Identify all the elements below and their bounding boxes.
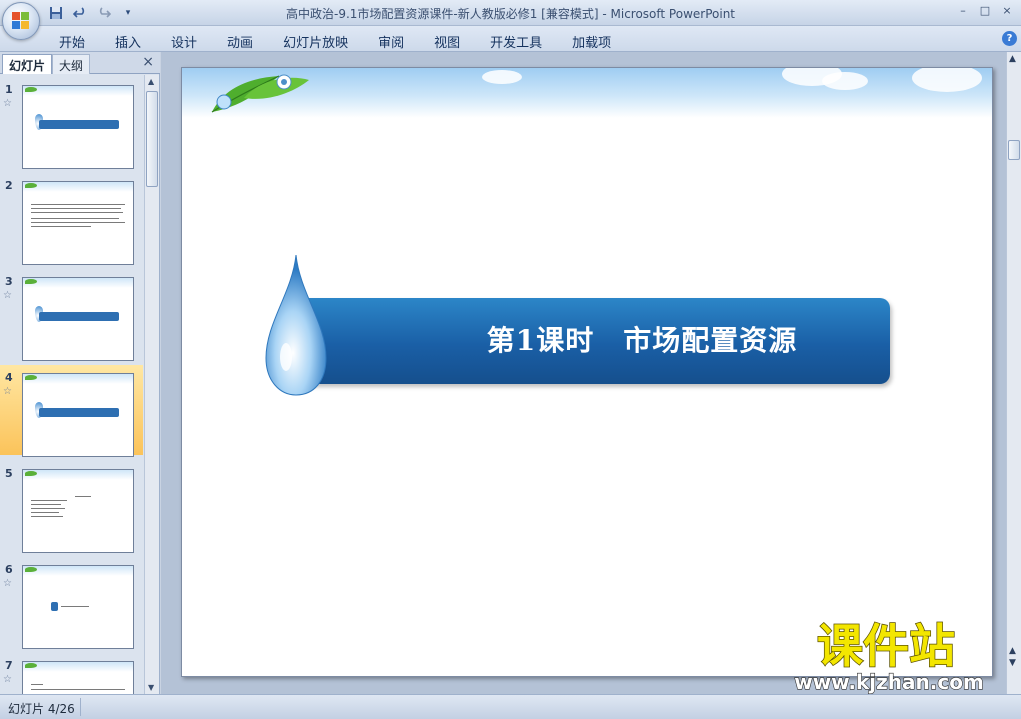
slide-editor: 第1课时 市场配置资源 (161, 52, 1006, 694)
slide-thumbnail[interactable] (22, 181, 134, 265)
slide-number: 2 (5, 179, 13, 192)
slide-thumbnail-row[interactable]: 3 ☆ (0, 269, 143, 361)
water-drop-icon (265, 254, 327, 396)
close-button[interactable]: × (997, 2, 1017, 18)
slide-number: 5 (5, 467, 13, 480)
scroll-down-icon[interactable]: ▼ (148, 683, 154, 692)
tab-slides[interactable]: 幻灯片 (2, 54, 53, 74)
tab-outline[interactable]: 大纲 (52, 54, 91, 74)
tab-developer[interactable]: 开发工具 (479, 30, 553, 53)
watermark-text-cn: 课件站 (816, 618, 956, 670)
office-logo-icon (12, 12, 30, 30)
scroll-up-icon[interactable]: ▲ (1009, 54, 1016, 64)
title-banner: 第1课时 市场配置资源 (292, 298, 890, 384)
ribbon: 开始 插入 设计 动画 幻灯片放映 审阅 视图 开发工具 加载项 ? (0, 26, 1021, 52)
slide-thumbnail[interactable] (22, 661, 134, 694)
tab-home[interactable]: 开始 (48, 30, 96, 53)
current-slide[interactable]: 第1课时 市场配置资源 (181, 67, 993, 677)
slide-number: 3 (5, 275, 13, 288)
svg-text:课件站: 课件站 (817, 619, 955, 670)
tab-addins[interactable]: 加载项 (561, 30, 622, 53)
scroll-up-icon[interactable]: ▲ (148, 77, 154, 86)
thumbnail-scrollbar[interactable]: ▲ ▼ (144, 75, 159, 694)
status-bar: 幻灯片 4/26 (0, 694, 1021, 719)
title-bar: ▾ 高中政治-9.1市场配置资源课件-新人教版必修1 [兼容模式] - Micr… (0, 0, 1021, 26)
slide-thumbnail[interactable] (22, 85, 134, 169)
watermark-url: www.kjzhan.com (794, 670, 985, 694)
help-icon[interactable]: ? (1002, 31, 1017, 46)
office-button[interactable] (2, 2, 40, 40)
watermark-logo: 课件站 www.kjzhan.com (770, 618, 1002, 696)
animation-star-icon: ☆ (3, 674, 12, 685)
animation-star-icon: ☆ (3, 290, 12, 301)
editor-scrollbar[interactable]: ▲ ▲ ▼ (1006, 52, 1021, 694)
window-title: 高中政治-9.1市场配置资源课件-新人教版必修1 [兼容模式] - Micros… (285, 7, 736, 21)
slide-thumbnail-list: 1 ☆ 2 3 ☆ 4 ☆ 5 6 ☆ 7 ☆ (0, 75, 143, 694)
slide-thumbnail-row[interactable]: 2 (0, 173, 143, 265)
slide-title[interactable]: 第1课时 市场配置资源 (422, 298, 862, 384)
minimize-button[interactable]: – (953, 2, 973, 18)
tab-insert[interactable]: 插入 (104, 30, 152, 53)
slides-panel: 幻灯片 大纲 × 1 ☆ 2 3 ☆ 4 ☆ 5 6 ☆ 7 ☆ ▲ ▼ (0, 52, 160, 694)
slide-number: 6 (5, 563, 13, 576)
slide-number: 1 (5, 83, 13, 96)
window-controls: – □ × (953, 2, 1017, 18)
leaf-decoration-icon (211, 74, 309, 113)
slide-thumbnail[interactable] (22, 565, 134, 649)
slide-thumbnail-row[interactable]: 1 ☆ (0, 77, 143, 169)
maximize-button[interactable]: □ (975, 2, 995, 18)
scrollbar-thumb[interactable] (1008, 140, 1020, 160)
status-separator (80, 698, 81, 716)
slide-thumbnail[interactable] (22, 277, 134, 361)
animation-star-icon: ☆ (3, 578, 12, 589)
tab-slideshow[interactable]: 幻灯片放映 (272, 30, 359, 53)
panel-tabs: 幻灯片 大纲 × (0, 52, 160, 74)
slide-number: 4 (5, 371, 13, 384)
panel-close-icon[interactable]: × (142, 54, 154, 70)
animation-star-icon: ☆ (3, 98, 12, 109)
next-slide-icon[interactable]: ▼ (1009, 658, 1016, 668)
tab-view[interactable]: 视图 (423, 30, 471, 53)
previous-slide-icon[interactable]: ▲ (1009, 646, 1016, 656)
animation-star-icon: ☆ (3, 386, 12, 397)
slide-counter: 幻灯片 4/26 (8, 702, 75, 716)
scrollbar-thumb[interactable] (146, 91, 158, 187)
slide-thumbnail-row[interactable]: 6 ☆ (0, 557, 143, 649)
slide-thumbnail[interactable] (22, 469, 134, 553)
tab-design[interactable]: 设计 (160, 30, 208, 53)
tab-review[interactable]: 审阅 (367, 30, 415, 53)
slide-number: 7 (5, 659, 13, 672)
slide-thumbnail-row[interactable]: 7 ☆ (0, 653, 143, 694)
svg-text:www.kjzhan.com: www.kjzhan.com (794, 670, 984, 694)
slide-thumbnail[interactable] (22, 373, 134, 457)
slide-thumbnail-row[interactable]: 5 (0, 461, 143, 553)
ribbon-tabs: 开始 插入 设计 动画 幻灯片放映 审阅 视图 开发工具 加载项 (48, 30, 630, 53)
slide-thumbnail-row-selected[interactable]: 4 ☆ (0, 365, 143, 457)
tab-animations[interactable]: 动画 (216, 30, 264, 53)
